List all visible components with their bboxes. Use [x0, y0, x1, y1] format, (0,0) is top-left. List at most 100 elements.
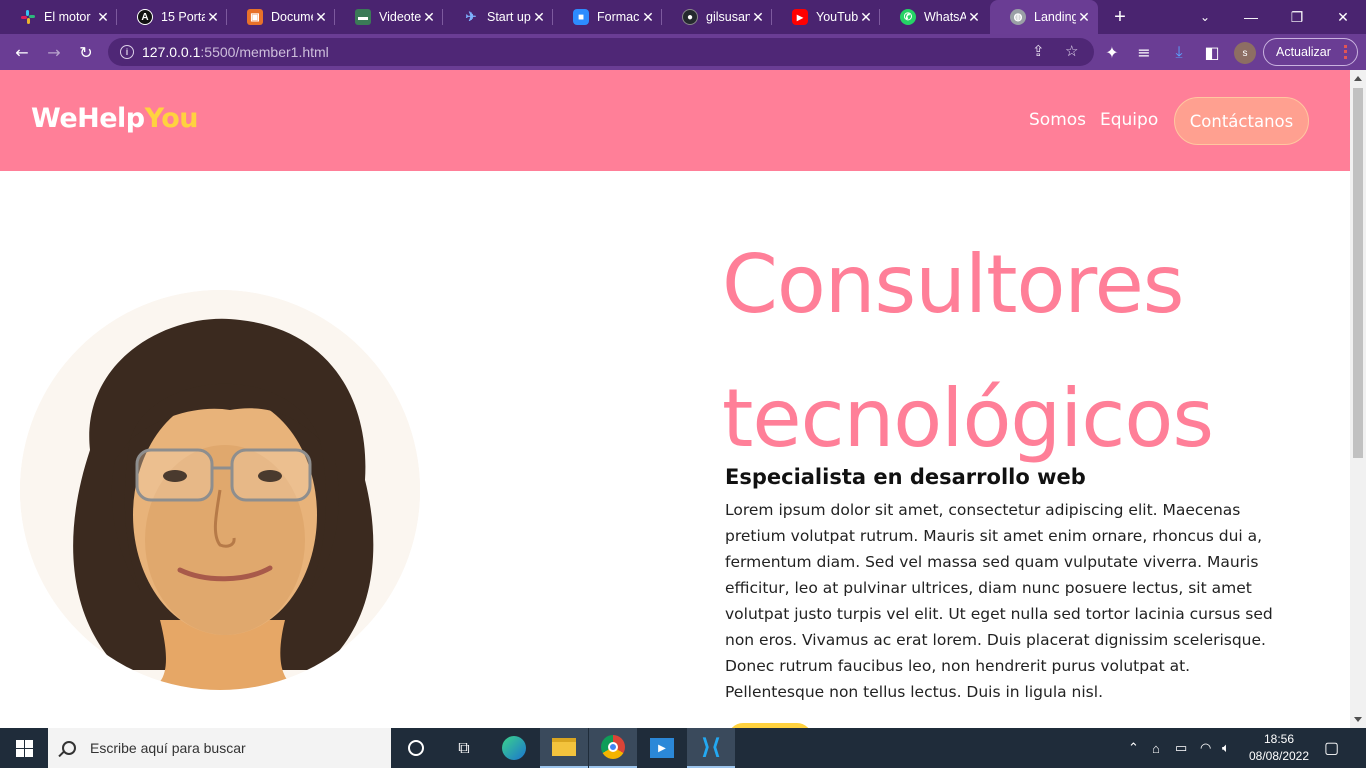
edge-icon[interactable] — [490, 728, 538, 768]
member-role: Especialista en desarrollo web — [725, 465, 1086, 489]
reload-button[interactable]: ↻ — [74, 40, 98, 64]
hero-title-line1: Consultores — [722, 238, 1184, 331]
media-player-icon[interactable]: ▶ — [638, 728, 686, 768]
youtube-icon: ▶ — [792, 9, 808, 25]
task-view-icon[interactable]: ⧉ — [440, 728, 488, 768]
browser-tab-active[interactable]: ◍ Landing ✕ — [990, 0, 1098, 34]
nav-link-somos[interactable]: Somos — [1029, 110, 1086, 130]
address-bar[interactable]: i 127.0.0.1:5500/member1.html ⇪ ☆ — [108, 38, 1094, 66]
tab-title: Landing — [1034, 10, 1076, 24]
rocket-icon: ✈ — [465, 9, 477, 24]
info-icon[interactable]: i — [120, 45, 134, 59]
tab-title: El motor — [44, 10, 91, 24]
search-placeholder: Escribe aquí para buscar — [90, 740, 246, 756]
browser-toolbar: ← → ↻ i 127.0.0.1:5500/member1.html ⇪ ☆ … — [0, 34, 1366, 70]
github-icon: ● — [682, 9, 698, 25]
close-icon[interactable]: ✕ — [531, 9, 547, 26]
browser-tab[interactable]: El motor ✕ — [0, 0, 117, 34]
update-button[interactable]: Actualizar — [1263, 38, 1358, 66]
close-icon[interactable]: ✕ — [95, 9, 111, 26]
site-logo[interactable]: WeHelpYou — [31, 103, 198, 134]
tray-chevron-icon[interactable]: ⌃ — [1128, 728, 1139, 768]
battery-icon[interactable]: ▭ — [1175, 728, 1187, 768]
browser-tab[interactable]: A 15 Portal ✕ — [117, 0, 227, 34]
back-button[interactable]: ← — [10, 40, 34, 64]
member-description: Lorem ipsum dolor sit amet, consectetur … — [725, 501, 1273, 701]
browser-tab[interactable]: ▶ YouTube ✕ — [772, 0, 880, 34]
globe-icon: ◍ — [1010, 9, 1026, 25]
browser-tab[interactable]: ▬ Videoteca ✕ — [335, 0, 443, 34]
zoom-icon: ■ — [573, 9, 589, 25]
scroll-down-arrow[interactable] — [1354, 717, 1362, 722]
browser-tab-strip: El motor ✕ A 15 Portal ✕ ▣ Documento ✕ ▬… — [0, 0, 1366, 34]
page-viewport: WeHelpYou Somos Equipo Contáctanos Consu… — [0, 70, 1350, 728]
close-icon[interactable]: ✕ — [421, 9, 437, 26]
vscode-icon[interactable]: ⟩⟨ — [687, 728, 735, 768]
chrome-icon[interactable] — [589, 728, 637, 768]
contact-button[interactable]: Contáctanos — [1174, 97, 1309, 145]
logo-text-part1: WeHelp — [31, 103, 145, 134]
windows-logo-icon — [15, 739, 33, 757]
windows-taskbar: Escribe aquí para buscar ⧉ ▶ ⟩⟨ ⌃ ⌂ ▭ ◠ … — [0, 728, 1366, 768]
notifications-icon[interactable]: ▢ — [1324, 728, 1339, 768]
tab-title: gilsusan — [706, 10, 750, 24]
browser-tab[interactable]: ▣ Documento ✕ — [227, 0, 335, 34]
download-icon[interactable]: ⤓ — [1167, 40, 1191, 64]
clock-date: 08/08/2022 — [1248, 749, 1310, 763]
network-icon[interactable]: ⌂ — [1152, 728, 1160, 768]
update-label: Actualizar — [1276, 45, 1331, 59]
close-icon[interactable]: ✕ — [858, 9, 874, 26]
tab-title: Start up — [487, 10, 531, 24]
close-icon[interactable]: ✕ — [313, 9, 329, 26]
browser-tab[interactable]: ✈ Start up ✕ — [443, 0, 553, 34]
close-window-button[interactable]: ✕ — [1320, 0, 1366, 34]
close-icon[interactable]: ✕ — [750, 9, 766, 26]
share-icon[interactable]: ⇪ — [1032, 42, 1045, 60]
slack-icon — [20, 9, 36, 25]
document-icon: ▣ — [247, 9, 263, 25]
new-tab-button[interactable]: + — [1108, 0, 1132, 34]
file-explorer-icon[interactable] — [540, 728, 588, 768]
url-host: 127.0.0.1 — [142, 44, 201, 60]
tab-title: 15 Portal — [161, 10, 205, 24]
whatsapp-icon: ✆ — [900, 9, 916, 25]
browser-tab[interactable]: ■ Formación ✕ — [553, 0, 662, 34]
close-icon[interactable]: ✕ — [205, 9, 221, 26]
volume-icon[interactable]: 🔈︎ — [1222, 728, 1230, 768]
restore-button[interactable]: ❐ — [1274, 0, 1320, 34]
wifi-icon[interactable]: ◠ — [1200, 728, 1211, 768]
video-icon: ▬ — [355, 9, 371, 25]
search-icon — [62, 741, 76, 755]
bookmark-star-icon[interactable]: ☆ — [1065, 42, 1078, 60]
logo-text-part2: You — [144, 103, 199, 134]
scroll-up-arrow[interactable] — [1354, 76, 1362, 81]
tab-title: Documento — [271, 10, 313, 24]
nav-link-equipo[interactable]: Equipo — [1100, 110, 1158, 130]
menu-dots-icon[interactable] — [1344, 45, 1347, 59]
system-clock[interactable]: 18:56 08/08/2022 — [1240, 731, 1318, 765]
taskbar-search-box[interactable]: Escribe aquí para buscar — [48, 728, 391, 768]
tab-title: Formación — [597, 10, 640, 24]
browser-tab[interactable]: ✆ WhatsApp ✕ — [880, 0, 988, 34]
minimize-button[interactable]: — — [1228, 0, 1274, 34]
close-icon[interactable]: ✕ — [640, 9, 656, 26]
browser-tab[interactable]: ● gilsusan ✕ — [662, 0, 772, 34]
profile-avatar[interactable]: s — [1234, 42, 1256, 64]
tab-title: WhatsApp — [924, 10, 966, 24]
cortana-icon[interactable] — [392, 728, 440, 768]
close-icon[interactable]: ✕ — [1076, 9, 1092, 26]
tab-title: Videoteca — [379, 10, 421, 24]
extensions-icon[interactable]: ✦ — [1100, 40, 1124, 64]
media-icon[interactable]: ≡ — [1132, 40, 1156, 64]
angular-icon: A — [137, 9, 153, 25]
scrollbar-thumb[interactable] — [1353, 88, 1363, 458]
side-panel-icon[interactable]: ◧ — [1200, 40, 1224, 64]
site-header: WeHelpYou Somos Equipo Contáctanos — [0, 70, 1350, 171]
windows-start-button[interactable] — [0, 728, 48, 768]
page-scrollbar[interactable] — [1350, 70, 1366, 728]
hero-title: Consultores tecnológicos — [722, 218, 1322, 486]
hero-title-line2: tecnológicos — [722, 372, 1214, 465]
close-icon[interactable]: ✕ — [966, 9, 982, 26]
forward-button[interactable]: → — [42, 40, 66, 64]
tab-search-icon[interactable]: ⌄ — [1182, 0, 1228, 34]
